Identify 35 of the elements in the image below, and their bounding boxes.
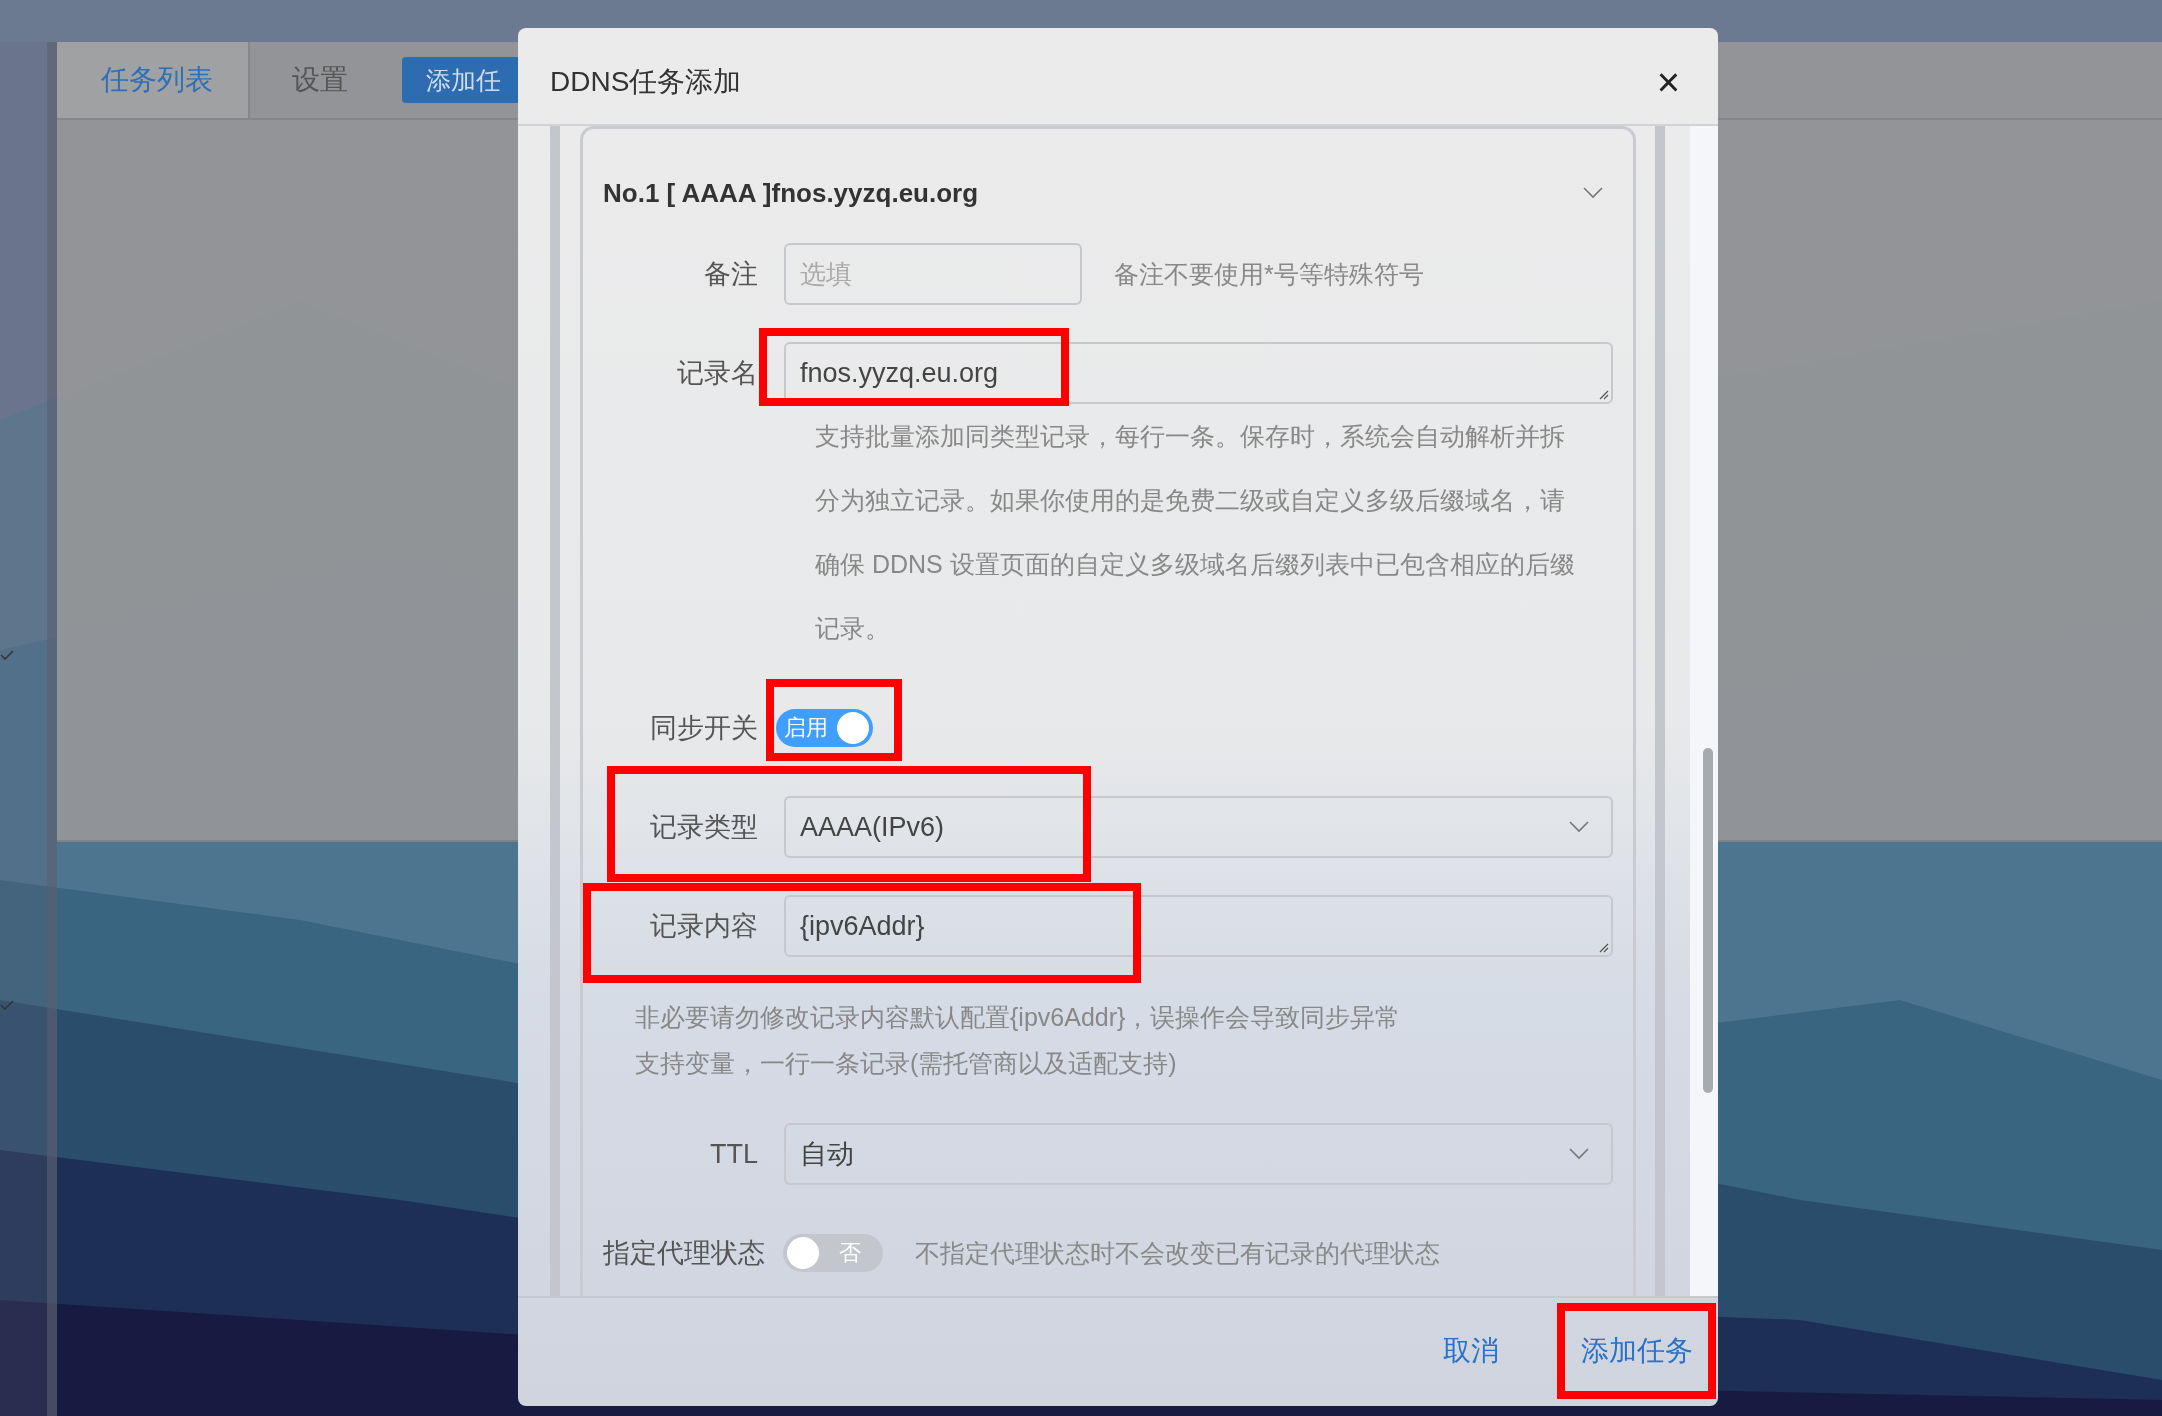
record-title: No.1 [ AAAA ]fnos.yyzq.eu.org [603, 177, 979, 209]
tab[interactable]: 设置 [250, 42, 390, 118]
check-icon [0, 650, 14, 660]
chevron-down-icon [1569, 821, 1589, 833]
resize-grip-icon [1597, 388, 1609, 400]
field-label: 记录内容 [649, 910, 758, 943]
field-label: TTL [709, 1138, 758, 1170]
scrollbar-thumb[interactable] [1703, 748, 1713, 1093]
check-icon [0, 1000, 14, 1010]
hint-text: 不指定代理状态时不会改变已有记录的代理状态 [915, 1237, 1440, 1269]
cancel-button[interactable]: 取消 [1425, 1303, 1517, 1399]
text-area[interactable]: {ipv6Addr} [784, 895, 1613, 957]
help-text: 支持批量添加同类型记录，每行一条。保存时，系统会自动解析并拆 [815, 421, 1566, 452]
help-text: 分为独立记录。如果你使用的是免费二级或自定义多级后缀域名，请 [815, 485, 1566, 516]
input-field[interactable]: 选填 [784, 243, 1082, 305]
add-task-button[interactable]: 添加任务 [1557, 1303, 1716, 1399]
dialog-title: DDNS任务添加 [550, 65, 742, 99]
help-text: 非必要请勿修改记录内容默认配置{ipv6Addr}，误操作会导致同步异常 [635, 1002, 1402, 1033]
help-text: 记录。 [815, 613, 891, 644]
hint-text: 备注不要使用*号等特殊符号 [1114, 258, 1424, 290]
chevron-down-icon [1569, 1148, 1589, 1160]
field-label: 备注 [703, 258, 758, 291]
tab[interactable]: 任务列表 [57, 42, 250, 118]
text-area[interactable]: fnos.yyzq.eu.org [784, 342, 1613, 404]
help-text: 确保 DDNS 设置页面的自定义多级域名后缀列表中已包含相应的后缀 [815, 549, 1576, 580]
field-label: 记录类型 [649, 811, 758, 844]
close-button[interactable]: × [1650, 62, 1686, 102]
select-field[interactable]: AAAA(IPv6) [784, 796, 1613, 858]
field-label: 记录名 [676, 357, 758, 390]
resize-grip-icon [1597, 941, 1609, 953]
toggle-switch[interactable]: 启用 [776, 709, 873, 747]
field-label: 指定代理状态 [603, 1237, 765, 1270]
select-field[interactable]: 自动 [784, 1123, 1613, 1185]
field-label: 同步开关 [649, 712, 758, 745]
help-text: 支持变量，一行一条记录(需托管商以及适配支持) [635, 1048, 1178, 1079]
